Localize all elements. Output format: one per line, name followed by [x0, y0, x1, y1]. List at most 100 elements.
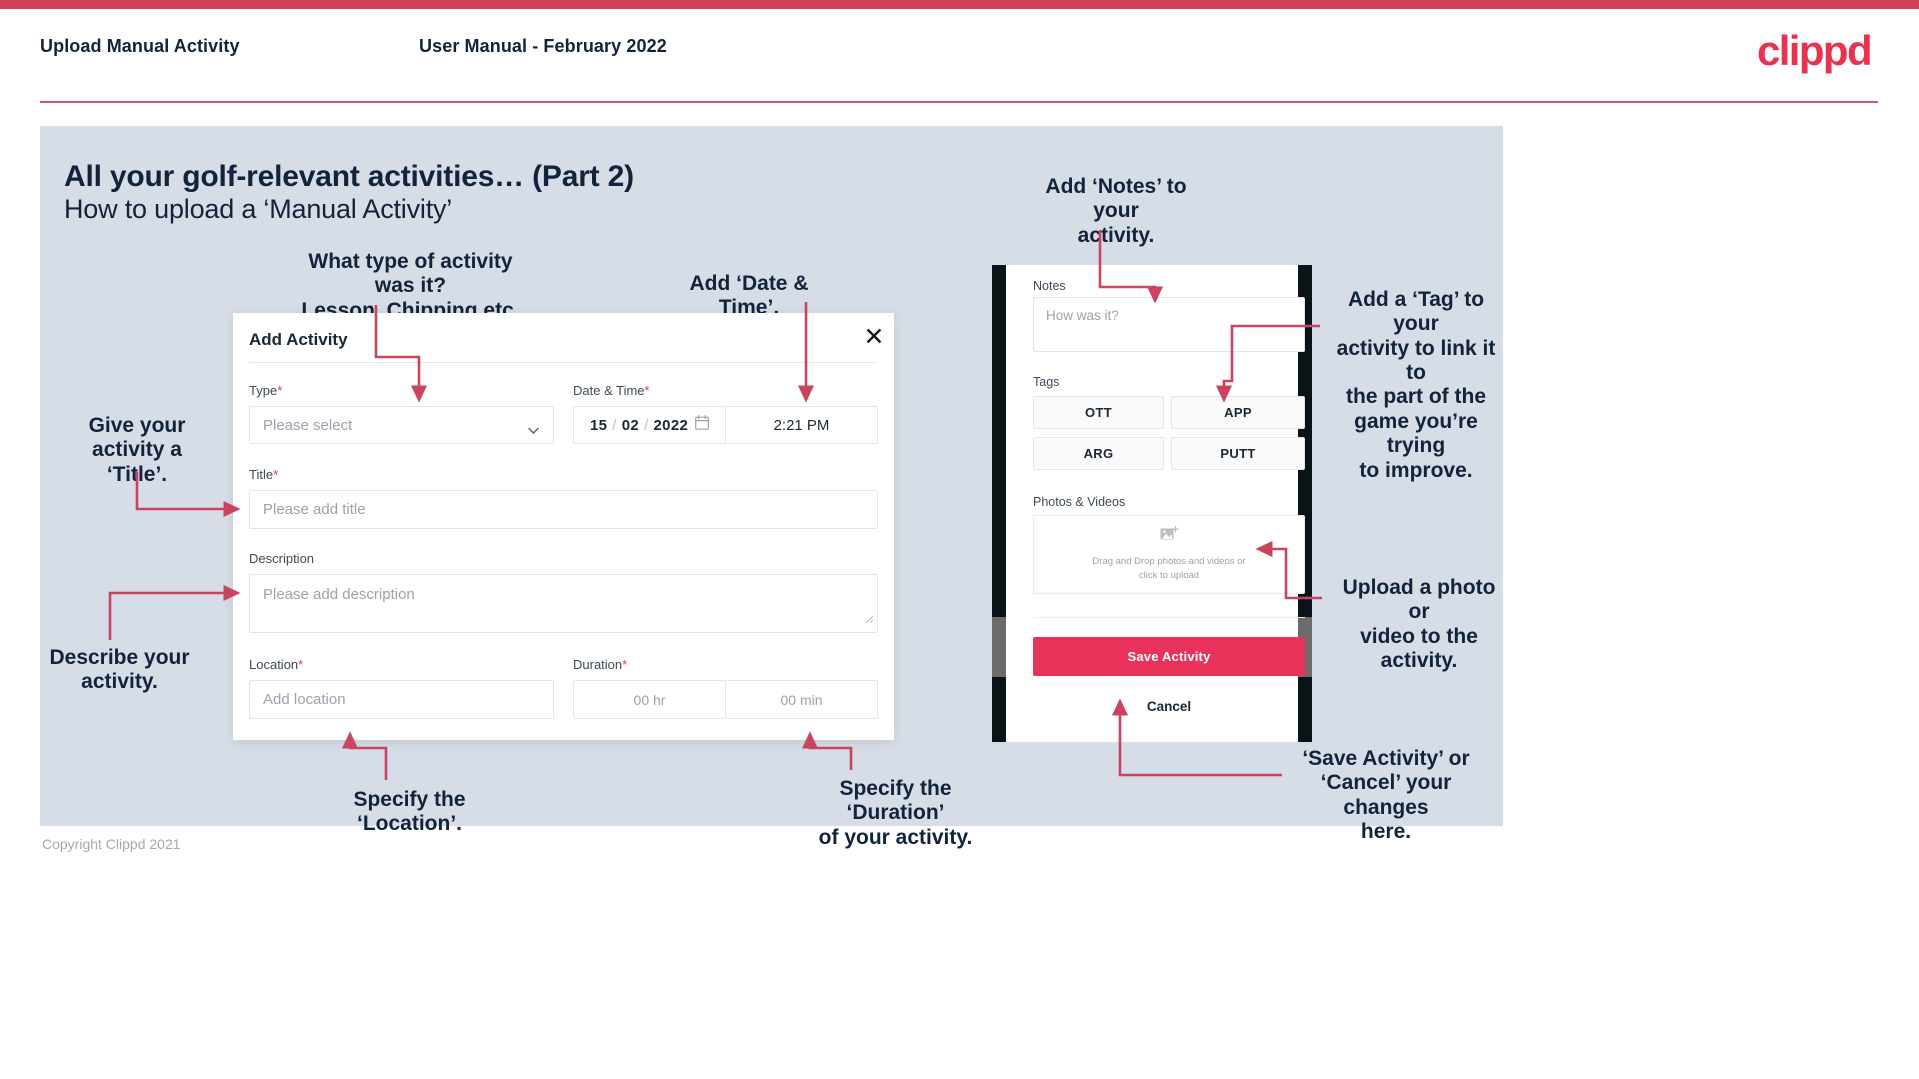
page-subtitle: How to upload a ‘Manual Activity’	[64, 194, 453, 224]
annotation-title-line1: Give your activity a	[88, 414, 186, 462]
annotation-type-line1: What type of activity was it?	[308, 250, 513, 298]
dropzone-line2: click to upload	[1138, 570, 1200, 581]
location-label: Location*	[249, 657, 303, 672]
date-value: 15 / 02 / 2022	[574, 417, 688, 434]
calendar-icon[interactable]	[695, 415, 709, 435]
tag-button-arg[interactable]: ARG	[1033, 437, 1164, 470]
title-label-text: Title	[249, 467, 274, 482]
duration-minutes-value: 00 min	[780, 691, 823, 708]
annotation-tag-line4: game you’re trying	[1354, 409, 1478, 458]
notes-placeholder: How was it?	[1046, 308, 1119, 323]
datetime-required-mark: *	[644, 383, 650, 398]
date-day: 15	[590, 416, 608, 434]
phone-screen: Notes How was it? Tags OTT APP ARG PUTT …	[1006, 265, 1305, 742]
annotation-duration-line2: of your activity.	[818, 825, 973, 849]
phone-divider	[1033, 617, 1305, 618]
annotation-tag-line3: the part of the	[1346, 385, 1486, 409]
resize-handle-icon[interactable]	[865, 611, 874, 629]
clippd-logo: clippd	[1756, 27, 1873, 74]
datetime-label: Date & Time*	[573, 383, 650, 398]
tags-label: Tags	[1033, 375, 1060, 389]
tag-button-putt[interactable]: PUTT	[1171, 437, 1305, 470]
type-label: Type*	[249, 383, 282, 398]
header-left-title: Upload Manual Activity	[40, 36, 240, 56]
top-accent-bar	[0, 0, 1919, 9]
annotation-notes-line2: activity.	[1077, 223, 1155, 247]
phone-bezel-left-segment	[992, 617, 1006, 677]
location-label-text: Location	[249, 657, 299, 672]
annotation-describe-line2: activity.	[81, 670, 158, 694]
type-label-text: Type	[249, 383, 278, 398]
description-textarea[interactable]: Please add description	[249, 574, 878, 633]
type-required-mark: *	[277, 383, 283, 398]
annotation-upload: Upload a photo or video to the activity.	[1330, 576, 1508, 673]
date-sep-2: /	[644, 416, 649, 434]
annotation-save-line2: ‘Cancel’ your changes	[1320, 771, 1452, 819]
duration-hours-input[interactable]: 00 hr	[573, 680, 726, 719]
annotation-duration: Specify the ‘Duration’ of your activity.	[798, 777, 993, 850]
duration-label-text: Duration	[573, 657, 623, 672]
dialog-divider	[249, 362, 878, 363]
title-label: Title*	[249, 467, 278, 482]
description-label: Description	[249, 551, 314, 566]
add-image-icon	[1160, 525, 1179, 548]
location-required-mark: *	[298, 657, 304, 672]
save-activity-button[interactable]: Save Activity	[1033, 637, 1305, 676]
notes-label: Notes	[1033, 279, 1066, 293]
annotation-title-hint: Give your activity a ‘Title’.	[52, 414, 222, 487]
title-input[interactable]: Please add title	[249, 490, 878, 529]
dialog-title: Add Activity	[249, 330, 348, 349]
annotation-upload-line2: video to the activity.	[1360, 624, 1478, 673]
annotation-notes-line1: Add ‘Notes’ to your	[1045, 175, 1187, 223]
date-sep-1: /	[612, 416, 617, 434]
time-input[interactable]: 2:21 PM	[726, 406, 878, 444]
tag-button-app[interactable]: APP	[1171, 396, 1305, 429]
title-required-mark: *	[273, 467, 279, 482]
duration-label: Duration*	[573, 657, 627, 672]
photos-videos-label: Photos & Videos	[1033, 495, 1126, 509]
location-placeholder: Add location	[263, 691, 346, 708]
header-center-title: User Manual - February 2022	[419, 36, 667, 56]
dropzone-line1: Drag and Drop photos and videos or	[1092, 555, 1246, 567]
slide-page: Upload Manual Activity User Manual - Feb…	[0, 0, 1919, 1079]
annotation-save-line1: ‘Save Activity’ or	[1302, 747, 1470, 770]
phone-mockup: Notes How was it? Tags OTT APP ARG PUTT …	[992, 265, 1312, 742]
annotation-save-cancel: ‘Save Activity’ or ‘Cancel’ your changes…	[1288, 747, 1484, 844]
description-placeholder: Please add description	[263, 586, 415, 603]
annotation-tag-line5: to improve.	[1359, 458, 1473, 482]
location-input[interactable]: Add location	[249, 680, 554, 719]
cancel-button[interactable]: Cancel	[1033, 690, 1305, 722]
annotation-tag: Add a ‘Tag’ to your activity to link it …	[1328, 288, 1504, 483]
time-value: 2:21 PM	[773, 416, 830, 434]
annotation-describe: Describe your activity.	[48, 646, 191, 695]
annotation-location: Specify the ‘Location’.	[353, 788, 466, 836]
description-label-text: Description	[249, 551, 315, 566]
header-divider	[40, 101, 1878, 103]
date-month: 02	[621, 416, 640, 434]
annotation-tag-line2: activity to link it to	[1336, 336, 1496, 385]
datetime-label-text: Date & Time	[573, 383, 645, 398]
type-placeholder: Please select	[263, 416, 353, 434]
title-placeholder: Please add title	[263, 501, 366, 518]
date-input[interactable]: 15 / 02 / 2022	[573, 406, 726, 444]
chevron-down-icon	[528, 422, 539, 434]
type-select[interactable]: Please select	[249, 406, 554, 444]
duration-hours-value: 00 hr	[633, 691, 666, 708]
duration-minutes-input[interactable]: 00 min	[726, 680, 878, 719]
annotation-tag-line1: Add a ‘Tag’ to your	[1347, 288, 1485, 336]
notes-textarea[interactable]: How was it?	[1033, 297, 1305, 352]
annotation-save-line3: here.	[1360, 820, 1412, 844]
page-title: All your golf-relevant activities… (Part…	[64, 160, 634, 193]
photo-dropzone[interactable]: Drag and Drop photos and videos or click…	[1033, 515, 1305, 594]
annotation-duration-line1: Specify the ‘Duration’	[839, 777, 952, 825]
footer-copyright: Copyright Clippd 2021	[42, 836, 181, 852]
close-icon[interactable]: ✕	[862, 325, 886, 350]
tag-button-ott[interactable]: OTT	[1033, 396, 1164, 429]
annotation-upload-line1: Upload a photo or	[1342, 576, 1496, 624]
duration-required-mark: *	[622, 657, 628, 672]
date-year: 2022	[653, 416, 689, 434]
annotation-notes: Add ‘Notes’ to your activity.	[1030, 175, 1202, 248]
annotation-describe-line1: Describe your	[49, 646, 190, 669]
dropzone-text: Drag and Drop photos and videos or click…	[1092, 555, 1245, 584]
annotation-title-line2: ‘Title’.	[106, 462, 168, 486]
